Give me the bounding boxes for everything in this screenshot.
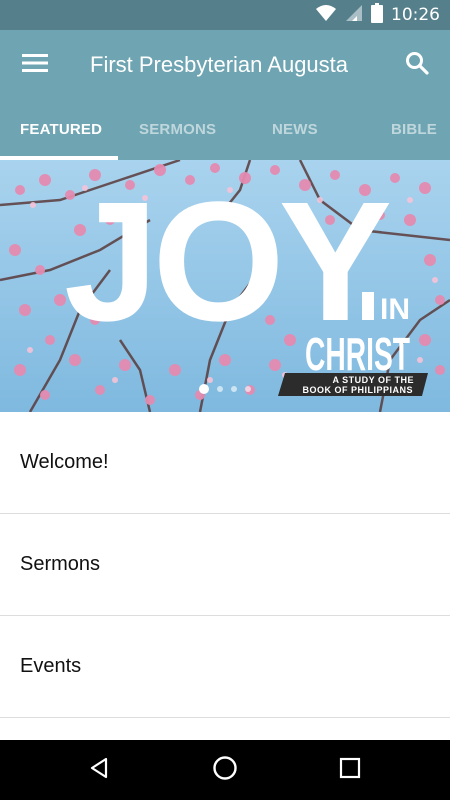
recents-icon <box>339 757 361 784</box>
tab-sermons[interactable]: SERMONS <box>139 100 216 160</box>
back-button[interactable] <box>79 750 119 790</box>
wifi-icon <box>315 4 337 27</box>
home-button[interactable] <box>205 750 245 790</box>
banner-image: JOY IN CHRIST A STUDY OF THE BOOK OF PHI… <box>0 160 450 412</box>
menu-button[interactable] <box>14 44 56 86</box>
battery-icon <box>371 2 383 28</box>
tab-bar: FEATURED SERMONS NEWS BIBLE <box>0 100 450 160</box>
search-button[interactable] <box>396 44 438 86</box>
carousel-dot[interactable] <box>245 386 251 392</box>
carousel-dot[interactable] <box>217 386 223 392</box>
app-bar: First Presbyterian Augusta <box>0 30 450 100</box>
back-icon <box>87 756 111 785</box>
featured-banner[interactable]: JOY IN CHRIST A STUDY OF THE BOOK OF PHI… <box>0 160 450 412</box>
status-bar: 10:26 <box>0 0 450 30</box>
carousel-pagination <box>0 382 450 396</box>
home-icon <box>212 755 238 786</box>
banner-subtitle-christ: CHRIST <box>305 328 410 380</box>
list-item-sermons[interactable]: Sermons <box>0 514 450 616</box>
status-time: 10:26 <box>391 5 440 25</box>
list-item-welcome[interactable]: Welcome! <box>0 412 450 514</box>
hamburger-menu-icon <box>22 53 48 78</box>
system-navigation-bar <box>0 740 450 800</box>
tab-bible[interactable]: BIBLE <box>391 100 437 160</box>
app-title: First Presbyterian Augusta <box>90 52 349 77</box>
search-icon <box>405 51 429 80</box>
menu-list: Welcome! Sermons Events <box>0 412 450 718</box>
tab-news[interactable]: NEWS <box>272 100 318 160</box>
carousel-dot[interactable] <box>231 386 237 392</box>
tab-featured[interactable]: FEATURED <box>20 100 102 160</box>
cell-signal-icon <box>345 4 363 27</box>
recents-button[interactable] <box>330 750 370 790</box>
banner-subtitle-in: IN <box>380 293 410 326</box>
list-item-events[interactable]: Events <box>0 616 450 718</box>
carousel-dot[interactable] <box>199 384 209 394</box>
